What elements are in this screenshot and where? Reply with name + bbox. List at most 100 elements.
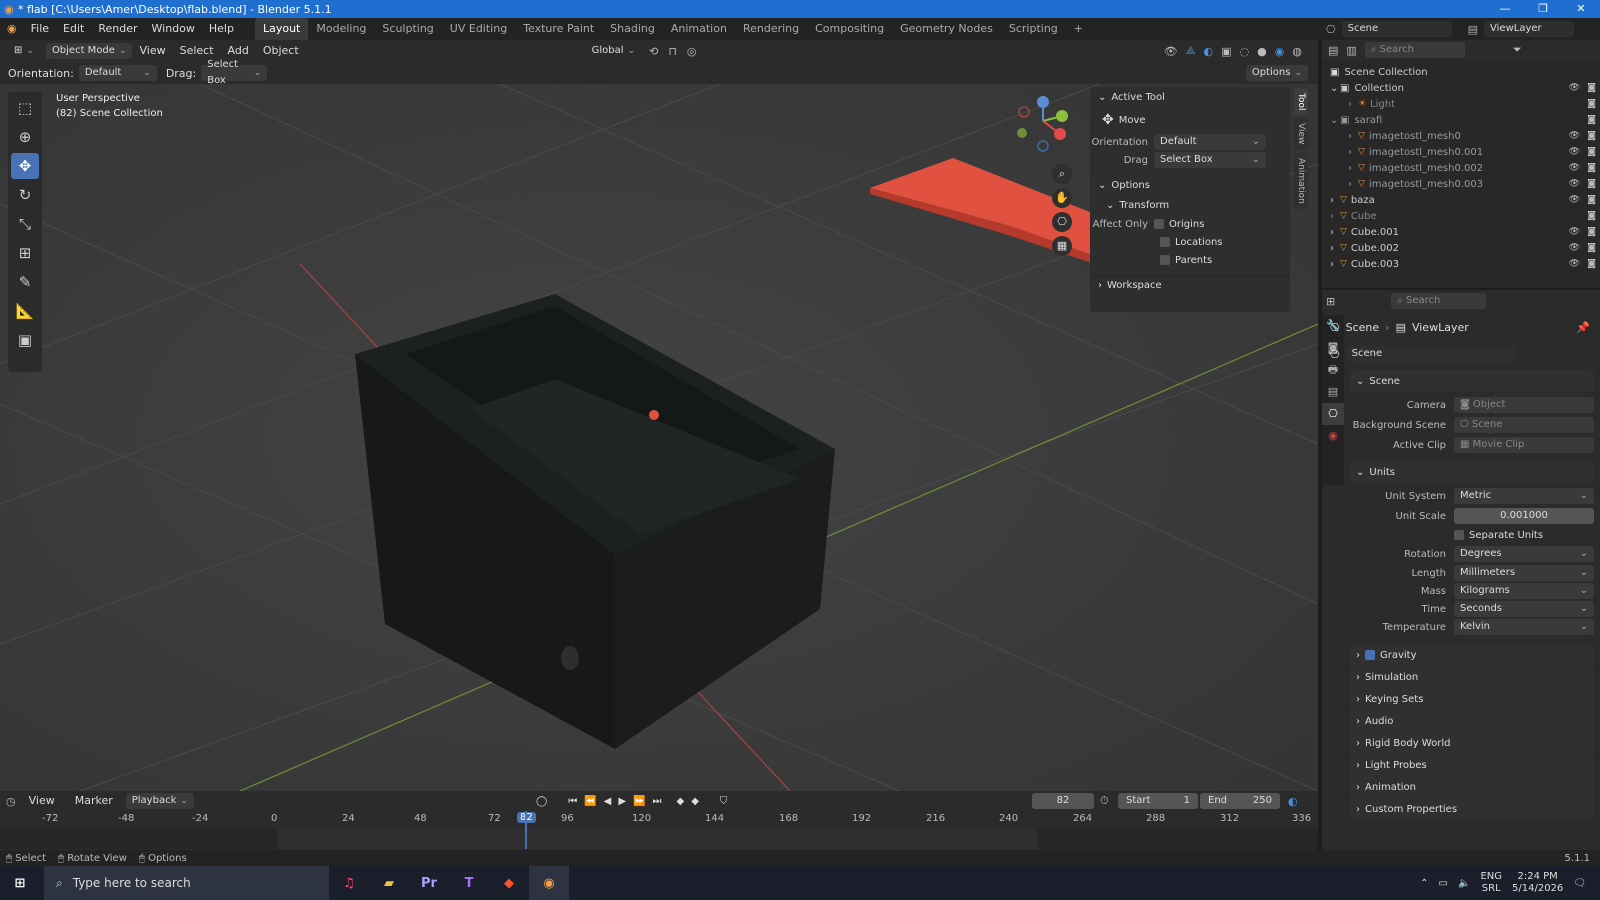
start-frame-field[interactable]: Start 1 <box>1118 793 1198 809</box>
zoom-icon[interactable]: ⌕ <box>1052 164 1072 184</box>
time-dropdown[interactable]: Seconds <box>1454 601 1594 617</box>
scene-section-header[interactable]: ⌄ Scene <box>1350 370 1594 392</box>
timeline-view-icon[interactable]: ◐ <box>1288 795 1298 808</box>
twitch-icon[interactable]: T <box>449 866 489 900</box>
pivot-icon[interactable]: ⟲ <box>649 45 658 58</box>
menu-edit[interactable]: Edit <box>56 18 91 40</box>
scene-selector[interactable]: Scene <box>1341 21 1452 37</box>
outliner-row[interactable]: ⌄ ▣ sarafi ◙ <box>1322 112 1600 128</box>
pan-hand-icon[interactable]: ✋ <box>1052 188 1072 208</box>
breadcrumb-scene[interactable]: Scene <box>1346 321 1380 334</box>
taskbar-search-input[interactable]: ⌕ Type here to search <box>44 866 329 900</box>
custom-properties-section-header[interactable]: › Custom Properties <box>1350 798 1594 820</box>
menu-render[interactable]: Render <box>91 18 144 40</box>
xray-icon[interactable]: ▣ <box>1221 45 1231 58</box>
outliner-row[interactable]: › ▽ Cube.001 👁 ◙ <box>1322 224 1600 240</box>
outliner-row[interactable]: › ▽ Cube ◙ <box>1322 208 1600 224</box>
brave-browser-icon[interactable]: ◆ <box>489 866 529 900</box>
current-frame-field[interactable]: 82 <box>1032 793 1094 809</box>
tab-scripting[interactable]: Scripting <box>1001 18 1066 40</box>
clock-date[interactable]: 5/14/2026 <box>1512 883 1563 895</box>
render-camera-icon[interactable]: ◙ <box>1587 259 1596 269</box>
outliner-row[interactable]: › ▽ imagetostl_mesh0.003 👁 ◙ <box>1322 176 1600 192</box>
solid-shading-icon[interactable]: ● <box>1257 45 1267 58</box>
eye-icon[interactable]: 👁 <box>1569 131 1580 141</box>
end-frame-field[interactable]: End 250 <box>1200 793 1280 809</box>
gravity-checkbox[interactable] <box>1365 650 1375 660</box>
ortho-grid-icon[interactable]: ▦ <box>1052 236 1072 256</box>
transform-tool-icon[interactable]: ⊞ <box>11 240 39 266</box>
tab-shading[interactable]: Shading <box>602 18 663 40</box>
outliner-search-input[interactable]: ⌕ Search <box>1364 42 1465 58</box>
scene-props-icon[interactable]: ⎔ <box>1322 403 1344 425</box>
rendered-shading-icon[interactable]: ◍ <box>1292 45 1302 58</box>
render-camera-icon[interactable]: ◙ <box>1587 211 1596 221</box>
render-camera-icon[interactable]: ◙ <box>1587 83 1596 93</box>
move-tool-icon[interactable]: ✥ <box>11 153 39 179</box>
lang-secondary[interactable]: SRL <box>1480 883 1502 895</box>
outliner-row[interactable]: › ▽ Cube.003 👁 ◙ <box>1322 256 1600 272</box>
length-dropdown[interactable]: Millimeters <box>1454 565 1594 581</box>
maximize-icon[interactable]: ❐ <box>1524 0 1562 18</box>
viewlayer-selector[interactable]: ViewLayer <box>1484 21 1575 37</box>
outliner-row[interactable]: › ☀ Light ◙ <box>1322 96 1600 112</box>
simulation-section-header[interactable]: › Simulation <box>1350 666 1594 688</box>
light-probes-section-header[interactable]: › Light Probes <box>1350 754 1594 776</box>
menu-help[interactable]: Help <box>202 18 241 40</box>
proportional-icon[interactable]: ◎ <box>687 45 697 58</box>
notifications-icon[interactable]: 🗨 <box>1573 878 1586 889</box>
render-camera-icon[interactable]: ◙ <box>1587 195 1596 205</box>
gizmo-y-icon[interactable] <box>1056 110 1068 122</box>
scale-tool-icon[interactable]: ⤡ <box>11 211 39 237</box>
drag-dropdown[interactable]: Select Box <box>201 59 268 86</box>
filter-icon[interactable]: ⏷ <box>1513 43 1522 57</box>
gizmo-icon[interactable]: ⟁ <box>1186 44 1196 58</box>
active-clip-field[interactable]: ▦ Movie Clip <box>1454 437 1594 453</box>
gizmo-z-icon[interactable] <box>1037 96 1049 108</box>
breadcrumb-viewlayer[interactable]: ViewLayer <box>1412 321 1469 334</box>
add-workspace-icon[interactable]: + <box>1066 18 1091 40</box>
camera-view-icon[interactable]: ⎔ <box>1052 212 1072 232</box>
animation-section-header[interactable]: › Animation <box>1350 776 1594 798</box>
tab-compositing[interactable]: Compositing <box>807 18 892 40</box>
jump-start-icon[interactable]: ⏮ <box>568 796 577 807</box>
parents-checkbox[interactable] <box>1160 255 1170 265</box>
eye-icon[interactable]: 👁 <box>1569 259 1580 269</box>
outliner-row[interactable]: › ▽ baza 👁 ◙ <box>1322 192 1600 208</box>
tl-menu-marker[interactable]: Marker <box>68 790 120 812</box>
eye-icon[interactable]: 👁 <box>1569 195 1580 205</box>
render-camera-icon[interactable]: ◙ <box>1587 147 1596 157</box>
outliner-editor-icon[interactable]: ▤ <box>1328 44 1338 57</box>
render-camera-icon[interactable]: ◙ <box>1587 227 1596 237</box>
tab-animation[interactable]: Animation <box>663 18 735 40</box>
outliner-row[interactable]: › ▽ imagetostl_mesh0.002 👁 ◙ <box>1322 160 1600 176</box>
annotate-tool-icon[interactable]: ✎ <box>11 269 39 295</box>
minimize-icon[interactable]: — <box>1486 0 1524 18</box>
audio-section-header[interactable]: › Audio <box>1350 710 1594 732</box>
outliner-row[interactable]: › ▽ imagetostl_mesh0 👁 ◙ <box>1322 128 1600 144</box>
world-props-icon[interactable]: ◉ <box>1322 425 1344 447</box>
volume-icon[interactable]: 🔈 <box>1458 878 1470 889</box>
gravity-section-header[interactable]: › Gravity <box>1350 644 1594 666</box>
vp-menu-object[interactable]: Object <box>256 40 306 62</box>
options-panel-header[interactable]: ⌄ Options <box>1090 175 1290 195</box>
windows-start-icon[interactable]: ⊞ <box>0 866 40 900</box>
lang-primary[interactable]: ENG <box>1480 871 1502 883</box>
outliner-display-icon[interactable]: ▥ <box>1346 44 1356 57</box>
snap-icon[interactable]: ⊓ <box>668 45 677 58</box>
tray-chevron-icon[interactable]: ⌃ <box>1420 878 1428 889</box>
temperature-dropdown[interactable]: Kelvin <box>1454 619 1594 635</box>
rotation-dropdown[interactable]: Degrees <box>1454 546 1594 562</box>
render-camera-icon[interactable]: ◙ <box>1587 99 1596 109</box>
outliner-row[interactable]: › ▽ Cube.002 👁 ◙ <box>1322 240 1600 256</box>
options-dropdown[interactable]: Options <box>1245 65 1308 81</box>
vp-menu-view[interactable]: View <box>132 40 172 62</box>
tl-menu-view[interactable]: View <box>22 790 62 812</box>
render-camera-icon[interactable]: ◙ <box>1587 115 1596 125</box>
menu-window[interactable]: Window <box>145 18 202 40</box>
timeline-editor-icon[interactable]: ◷ <box>6 795 16 808</box>
add-cube-tool-icon[interactable]: ▣ <box>11 327 39 353</box>
tl-playback-dropdown[interactable]: Playback <box>125 793 194 809</box>
play-reverse-icon[interactable]: ◀ <box>604 796 612 807</box>
tab-rendering[interactable]: Rendering <box>735 18 807 40</box>
